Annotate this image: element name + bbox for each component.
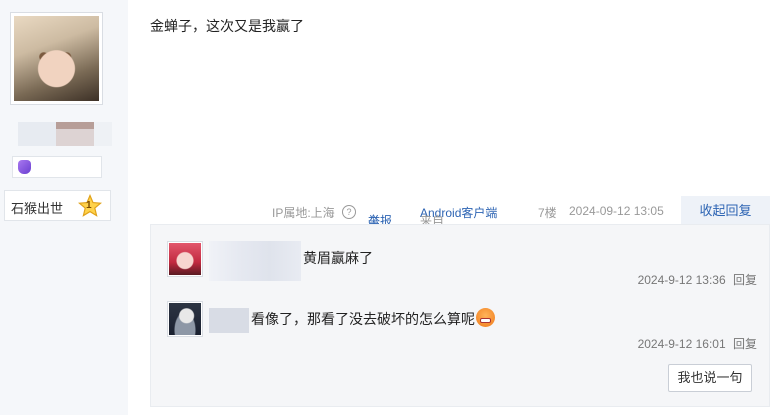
blurred-username <box>56 122 94 146</box>
author-avatar[interactable] <box>10 12 103 105</box>
level-title: 石猴出世 <box>11 201 64 216</box>
user-level-badge[interactable]: 石猴出世 1 <box>4 190 111 221</box>
add-reply-button[interactable]: 我也说一句 <box>668 364 752 392</box>
reply-time: 2024-9-12 13:36 <box>637 273 726 287</box>
post-source: 来自 Android客户端 <box>420 204 497 228</box>
reply-list: 黄眉赢麻了 2024-9-12 13:36 回复 看像了，那看了没去破坏的怎么算… <box>150 224 770 407</box>
post-content: 金蝉子，这次又是我赢了 <box>150 18 304 34</box>
avatar-image <box>169 303 201 335</box>
reply-avatar[interactable] <box>167 241 203 277</box>
floor-number: 7楼 <box>538 206 557 220</box>
reply-button[interactable]: 回复 <box>733 337 757 351</box>
member-badge-row[interactable] <box>12 156 102 178</box>
reply-item: 黄眉赢麻了 2024-9-12 13:36 回复 <box>167 241 757 287</box>
reply-item: 看像了，那看了没去破坏的怎么算呢 2024-9-12 16:01 回复 <box>167 301 757 351</box>
post-time: 2024-09-12 13:05 <box>569 204 664 218</box>
blurred-username <box>18 122 56 146</box>
fold-replies-button[interactable]: 收起回复 <box>681 196 770 224</box>
reply-text: 看像了，那看了没去破坏的怎么算呢 <box>251 308 495 329</box>
help-icon[interactable]: ? <box>342 205 356 219</box>
post-meta-row: IP属地:上海 ? ⚠ 举报 来自 Android客户端 7楼 2024-09-12… <box>150 196 770 228</box>
ip-location: IP属地:上海 <box>272 206 335 220</box>
blurred-username <box>209 241 301 281</box>
blurred-username <box>94 122 112 146</box>
level-number: 1 <box>86 200 92 211</box>
grin-emoji-icon <box>476 308 495 327</box>
author-sidebar: 石猴出世 1 <box>0 0 128 415</box>
reply-text: 黄眉赢麻了 <box>303 250 373 266</box>
reply-meta: 2024-9-12 16:01 回复 <box>638 335 757 352</box>
member-badge-icon <box>18 160 31 174</box>
reply-button[interactable]: 回复 <box>733 273 757 287</box>
blurred-username <box>209 308 249 333</box>
avatar-image <box>169 243 201 275</box>
reply-time: 2024-9-12 16:01 <box>637 337 726 351</box>
reply-avatar[interactable] <box>167 301 203 337</box>
reply-text-content: 看像了，那看了没去破坏的怎么算呢 <box>251 311 475 327</box>
reply-meta: 2024-9-12 13:36 回复 <box>638 271 757 288</box>
avatar-image <box>14 16 99 101</box>
